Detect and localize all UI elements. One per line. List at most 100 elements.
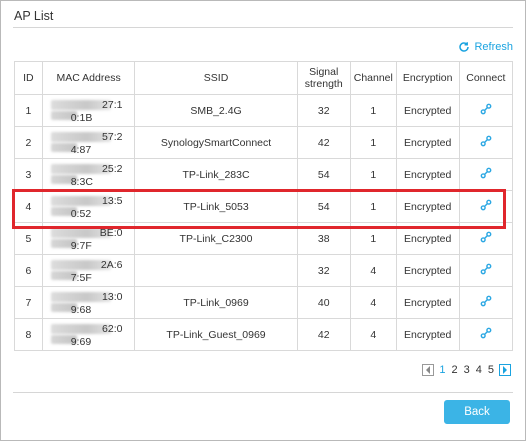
cell-id: 3 [14,158,43,191]
chevron-left-icon [426,366,431,374]
cell-signal: 38 [296,222,351,255]
refresh-button[interactable]: Refresh [458,41,513,53]
header-mac: MAC Address [41,61,136,95]
cell-channel: 4 [349,286,397,319]
cell-mac: 2A:6 7:5F [41,254,136,287]
mac-fragment-bottom: 8:3C [70,176,93,188]
next-page-button[interactable] [499,364,511,376]
footer-divider [13,392,513,393]
cell-mac: 25:2 8:3C [41,158,136,191]
mac-fragment-bottom: 7:5F [70,272,92,284]
cell-connect [458,126,514,159]
cell-id: 5 [14,222,43,255]
table-row: 3 25:2 8:3C TP-Link_283C 54 1 Encrypted [14,158,514,191]
page-number-2[interactable]: 2 [452,364,458,376]
cell-encryption: Encrypted [395,222,460,255]
cell-channel: 1 [349,158,397,191]
cell-connect [458,158,514,191]
table-row: 2 57:2 4:87 SynologySmartConnect 42 1 Encrypte… [14,126,514,159]
table-row: 1 27:1 0:1B SMB_2.4G 32 1 Encrypted [14,94,514,127]
cell-mac: 27:1 0:1B [41,94,136,127]
link-icon[interactable] [480,167,492,182]
mac-fragment-top: 13:5 [102,195,123,207]
page-number-1[interactable]: 1 [439,364,445,376]
refresh-icon [459,42,470,52]
cell-id: 6 [14,254,43,287]
cell-mac: 57:2 4:87 [41,126,136,159]
cell-encryption: Encrypted [395,190,460,223]
back-button[interactable]: Back [444,400,510,424]
mac-fragment-bottom: 9:7F [70,240,92,252]
cell-mac: BE:0 9:7F [41,222,136,255]
cell-id: 4 [14,190,43,223]
panel-title: AP List [14,9,54,23]
cell-id: 8 [14,318,43,351]
link-icon[interactable] [480,135,492,150]
cell-encryption: Encrypted [395,126,460,159]
cell-encryption: Encrypted [395,254,460,287]
mac-fragment-top: 13:0 [102,291,123,303]
header-signal: Signal strength [296,61,351,95]
mac-fragment-bottom: 4:87 [70,144,92,156]
table-row: 7 13:0 9:68 TP-Link_0969 40 4 Encrypted [14,286,514,319]
header-id: ID [14,61,43,95]
cell-ssid: SMB_2.4G [134,94,298,127]
cell-mac: 62:0 9:69 [41,318,136,351]
page-number-4[interactable]: 4 [476,364,482,376]
chevron-right-icon [503,366,507,374]
link-icon[interactable] [480,199,492,214]
refresh-label: Refresh [474,41,513,53]
cell-ssid: TP-Link_5053 [134,190,298,223]
page-number-3[interactable]: 3 [464,364,470,376]
table-row: 4 13:5 0:52 TP-Link_5053 54 1 Encrypted [14,190,514,223]
cell-channel: 1 [349,190,397,223]
cell-ssid [134,254,298,287]
cell-ssid: TP-Link_C2300 [134,222,298,255]
link-icon[interactable] [480,103,492,118]
mac-fragment-top: 25:2 [102,163,123,175]
mac-fragment-top: BE:0 [99,227,123,239]
mac-fragment-top: 27:1 [102,99,123,111]
prev-page-button[interactable] [422,364,435,376]
cell-signal: 42 [296,318,351,351]
cell-encryption: Encrypted [395,286,460,319]
cell-signal: 42 [296,126,351,159]
cell-connect [458,318,514,351]
mac-fragment-bottom: 0:1B [70,112,93,124]
cell-encryption: Encrypted [395,158,460,191]
cell-ssid: TP-Link_283C [134,158,298,191]
cell-connect [458,222,514,255]
link-icon[interactable] [480,295,492,310]
cell-channel: 1 [349,126,397,159]
header-connect: Connect [458,61,514,95]
page-number-5[interactable]: 5 [488,364,494,376]
page-numbers: 12345 [436,364,497,376]
table-row: 6 2A:6 7:5F 32 4 Encrypted [14,254,514,287]
table-header-row: ID MAC Address SSID Signal strength Chann… [14,61,514,95]
cell-connect [458,254,514,287]
mac-fragment-top: 57:2 [102,131,123,143]
link-icon[interactable] [480,327,492,342]
cell-encryption: Encrypted [395,94,460,127]
header-channel: Channel [349,61,397,95]
cell-ssid: TP-Link_0969 [134,286,298,319]
ap-list-panel: AP List Refresh ID MAC Address SSID Sign… [0,0,526,441]
header-ssid: SSID [134,61,298,95]
link-icon[interactable] [480,231,492,246]
cell-channel: 1 [349,222,397,255]
cell-signal: 54 [296,158,351,191]
cell-encryption: Encrypted [395,318,460,351]
title-divider [13,27,513,28]
pagination: 12345 [420,364,513,376]
cell-id: 7 [14,286,43,319]
cell-signal: 54 [296,190,351,223]
header-encryption: Encryption [395,61,460,95]
cell-connect [458,286,514,319]
cell-connect [458,190,514,223]
mac-fragment-bottom: 0:52 [70,208,92,220]
cell-id: 2 [14,126,43,159]
link-icon[interactable] [480,263,492,278]
cell-mac: 13:5 0:52 [41,190,136,223]
cell-id: 1 [14,94,43,127]
cell-signal: 32 [296,254,351,287]
